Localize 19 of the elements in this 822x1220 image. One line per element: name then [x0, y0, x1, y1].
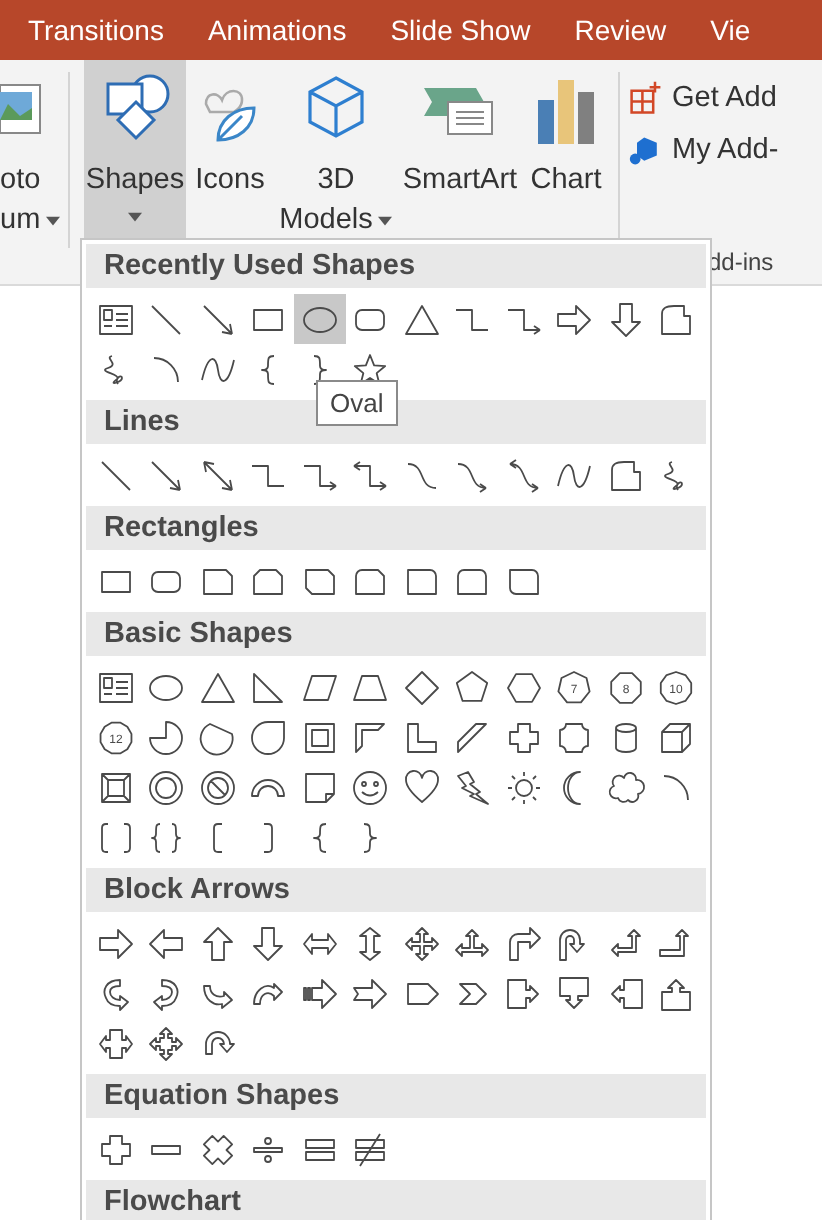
ribbon-tab[interactable]: Vie	[710, 14, 751, 46]
album-button[interactable]: oto um	[0, 60, 60, 242]
ribbon-tab[interactable]: Slide Show	[390, 14, 531, 46]
chart-button[interactable]: Chart	[522, 60, 610, 242]
ribbon-tab[interactable]: Review	[574, 14, 667, 46]
tooltip: Oval	[316, 380, 398, 426]
my-add-ins-button[interactable]: My Add-	[628, 128, 779, 172]
icons-button[interactable]: Icons	[186, 60, 274, 242]
section-header: Rectangles	[86, 506, 706, 550]
section-header: Equation Shapes	[86, 1074, 706, 1118]
shapes-button[interactable]: Shapes	[84, 60, 186, 242]
section-header: Flowchart	[86, 1180, 706, 1220]
get-add-ins-button[interactable]: Get Add	[628, 76, 779, 120]
ribbon-tab[interactable]: Animations	[207, 14, 347, 46]
section-header: Basic Shapes	[86, 612, 706, 656]
ribbon-tab[interactable]: Transitions	[28, 14, 164, 46]
models-button[interactable]: 3D Models	[274, 60, 398, 242]
section-header: Block Arrows	[86, 868, 706, 912]
section-header: Recently Used Shapes	[86, 244, 706, 288]
